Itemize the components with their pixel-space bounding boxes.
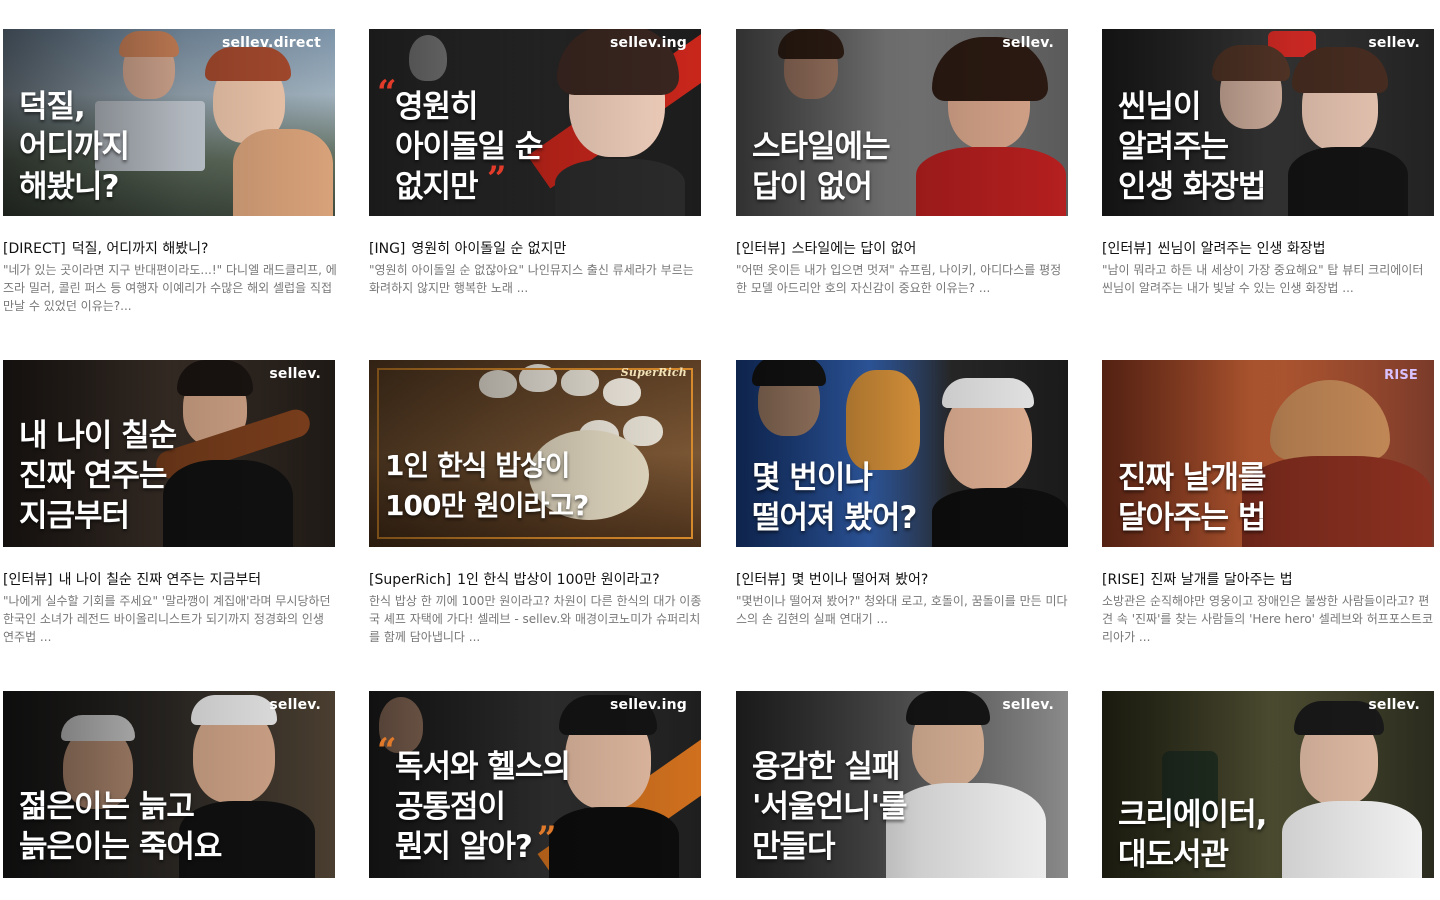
video-thumbnail[interactable]: RISE 진짜 날개를 달아주는 법 xyxy=(1102,360,1434,547)
video-description: "어떤 옷이든 내가 입으면 멋져" 슈프림, 나이키, 아디다스를 평정한 모… xyxy=(736,263,1062,295)
channel-logo: sellev.direct xyxy=(221,35,321,51)
video-title[interactable]: [인터뷰] 내 나이 칠순 진짜 연주는 지금부터 xyxy=(3,571,337,589)
thumbnail-headline: 몇 번이나 떨어져 봤어? xyxy=(752,460,917,536)
video-title-text: 몇 번이나 떨어져 봤어? xyxy=(791,572,929,588)
video-thumbnail[interactable]: 몇 번이나 떨어져 봤어? xyxy=(736,360,1068,547)
category-tag: [DIRECT] xyxy=(3,241,66,257)
video-title-text: 덕질, 어디까지 해봤니? xyxy=(71,241,209,257)
video-card[interactable]: sellev. 스타일에는 답이 없어 [인터뷰] 스타일에는 답이 없어 "어떤… xyxy=(736,29,1070,315)
category-tag: [RISE] xyxy=(1102,572,1145,588)
video-thumbnail[interactable]: sellev.ing 영원히 아이돌일 순 없지만 “ ” xyxy=(369,29,701,216)
video-description: "몇번이나 떨어져 봤어?" 청와대 로고, 호돌이, 꿈돌이를 만든 미다스의… xyxy=(736,594,1068,626)
category-tag: [SuperRich] xyxy=(369,572,452,588)
video-title[interactable]: [인터뷰] 스타일에는 답이 없어 xyxy=(736,240,1070,258)
video-card[interactable]: SuperRich 1인 한식 밥상이 100만 원이라고? [SuperRic… xyxy=(369,360,703,646)
thumbnail-headline: 씬님이 알려주는 인생 화장법 xyxy=(1118,89,1266,205)
video-card[interactable]: sellev.direct 덕질, 어디까지 해봤니? [DIRECT] 덕질, … xyxy=(3,29,337,315)
channel-logo: sellev. xyxy=(269,697,321,713)
video-card[interactable]: sellev.ing 영원히 아이돌일 순 없지만 “ ” [ING] 영원히 아… xyxy=(369,29,703,315)
video-title-text: 스타일에는 답이 없어 xyxy=(791,241,917,257)
channel-logo: sellev.ing xyxy=(609,35,687,51)
video-thumbnail[interactable]: sellev. 씬님이 알려주는 인생 화장법 xyxy=(1102,29,1434,216)
channel-logo: sellev. xyxy=(1368,35,1420,51)
video-card[interactable]: sellev. 용감한 실패 '서울언니'를 만들다 xyxy=(736,691,1070,878)
video-title-text: 진짜 날개를 달아주는 법 xyxy=(1150,572,1293,588)
video-thumbnail[interactable]: sellev. 크리에이터, 대도서관 xyxy=(1102,691,1434,878)
close-quote-icon: ” xyxy=(487,159,507,199)
video-title-text: 내 나이 칠순 진짜 연주는 지금부터 xyxy=(58,572,262,588)
channel-logo: sellev. xyxy=(269,366,321,382)
open-quote-icon: “ xyxy=(377,73,397,113)
video-description: "네가 있는 곳이라면 지구 반대편이라도...!" 다니엘 래드클리프, 에즈… xyxy=(3,263,337,313)
channel-logo: sellev. xyxy=(1002,35,1054,51)
video-card[interactable]: 몇 번이나 떨어져 봤어? [인터뷰] 몇 번이나 떨어져 봤어? "몇번이나 떨… xyxy=(736,360,1070,646)
video-card[interactable]: sellev. 젊은이는 늙고 늙은이는 죽어요 xyxy=(3,691,337,878)
video-description: 소방관은 순직해야만 영웅이고 장애인은 불쌍한 사람들이라고? 편견 속 '진… xyxy=(1102,594,1434,644)
thumbnail-headline: 진짜 날개를 달아주는 법 xyxy=(1118,460,1266,536)
video-thumbnail[interactable]: sellev.ing 독서와 헬스의 공통점이 뭔지 알아? “ ” xyxy=(369,691,701,878)
thumbnail-headline: 내 나이 칠순 진짜 연주는 지금부터 xyxy=(19,418,177,534)
video-thumbnail[interactable]: sellev. 용감한 실패 '서울언니'를 만들다 xyxy=(736,691,1068,878)
video-card[interactable]: sellev. 크리에이터, 대도서관 xyxy=(1102,691,1436,878)
video-thumbnail[interactable]: sellev. 스타일에는 답이 없어 xyxy=(736,29,1068,216)
video-title-text: 1인 한식 밥상이 100만 원이라고? xyxy=(457,572,660,588)
video-thumbnail[interactable]: SuperRich 1인 한식 밥상이 100만 원이라고? xyxy=(369,360,701,547)
category-tag: [인터뷰] xyxy=(1102,241,1152,257)
video-title[interactable]: [DIRECT] 덕질, 어디까지 해봤니? xyxy=(3,240,337,258)
video-card[interactable]: RISE 진짜 날개를 달아주는 법 [RISE] 진짜 날개를 달아주는 법 소… xyxy=(1102,360,1436,646)
close-quote-icon: ” xyxy=(537,819,557,859)
category-tag: [ING] xyxy=(369,241,406,257)
thumbnail-headline: 스타일에는 답이 없어 xyxy=(752,129,891,205)
category-tag: [인터뷰] xyxy=(736,241,786,257)
open-quote-icon: “ xyxy=(377,731,397,771)
thumbnail-headline: 크리에이터, 대도서관 xyxy=(1118,797,1267,873)
channel-logo: sellev.ing xyxy=(609,697,687,713)
thumbnail-headline: 젊은이는 늙고 늙은이는 죽어요 xyxy=(19,789,222,865)
channel-logo: SuperRich xyxy=(620,366,687,379)
video-description: "남이 뭐라고 하든 내 세상이 가장 중요해요" 탑 뷰티 크리에이터 씬님이… xyxy=(1102,263,1424,295)
thumbnail-headline: 덕질, 어디까지 해봤니? xyxy=(19,89,130,205)
video-description: "나에게 실수할 기회를 주세요" '말라깽이 계집애'라며 무시당하던 한국인… xyxy=(3,594,331,644)
video-description: "영원히 아이돌일 순 없잖아요" 나인뮤지스 출신 류세라가 부르는 화려하지… xyxy=(369,263,694,295)
video-title-text: 영원히 아이돌일 순 없지만 xyxy=(411,241,567,257)
video-thumbnail[interactable]: sellev.direct 덕질, 어디까지 해봤니? xyxy=(3,29,335,216)
thumbnail-headline: 용감한 실패 '서울언니'를 만들다 xyxy=(752,749,908,865)
video-description: 한식 밥상 한 끼에 100만 원이라고? 차원이 다른 한식의 대가 이종국 … xyxy=(369,594,702,644)
channel-logo: sellev. xyxy=(1368,697,1420,713)
thumbnail-headline: 1인 한식 밥상이 100만 원이라고? xyxy=(385,449,589,522)
video-title[interactable]: [SuperRich] 1인 한식 밥상이 100만 원이라고? xyxy=(369,571,703,589)
category-tag: [인터뷰] xyxy=(736,572,786,588)
video-title-text: 씬님이 알려주는 인생 화장법 xyxy=(1157,241,1326,257)
video-title[interactable]: [인터뷰] 씬님이 알려주는 인생 화장법 xyxy=(1102,240,1436,258)
video-thumbnail[interactable]: sellev. 젊은이는 늙고 늙은이는 죽어요 xyxy=(3,691,335,878)
video-thumbnail[interactable]: sellev. 내 나이 칠순 진짜 연주는 지금부터 xyxy=(3,360,335,547)
video-card[interactable]: sellev.ing 독서와 헬스의 공통점이 뭔지 알아? “ ” xyxy=(369,691,703,878)
video-title[interactable]: [ING] 영원히 아이돌일 순 없지만 xyxy=(369,240,703,258)
thumbnail-headline: 영원히 아이돌일 순 없지만 xyxy=(395,89,543,205)
video-card[interactable]: sellev. 내 나이 칠순 진짜 연주는 지금부터 [인터뷰] 내 나이 칠순… xyxy=(3,360,337,646)
video-card[interactable]: sellev. 씬님이 알려주는 인생 화장법 [인터뷰] 씬님이 알려주는 인생… xyxy=(1102,29,1436,315)
video-title[interactable]: [RISE] 진짜 날개를 달아주는 법 xyxy=(1102,571,1436,589)
category-tag: [인터뷰] xyxy=(3,572,53,588)
channel-logo: RISE xyxy=(1384,368,1418,383)
video-title[interactable]: [인터뷰] 몇 번이나 떨어져 봤어? xyxy=(736,571,1070,589)
channel-logo: sellev. xyxy=(1002,697,1054,713)
